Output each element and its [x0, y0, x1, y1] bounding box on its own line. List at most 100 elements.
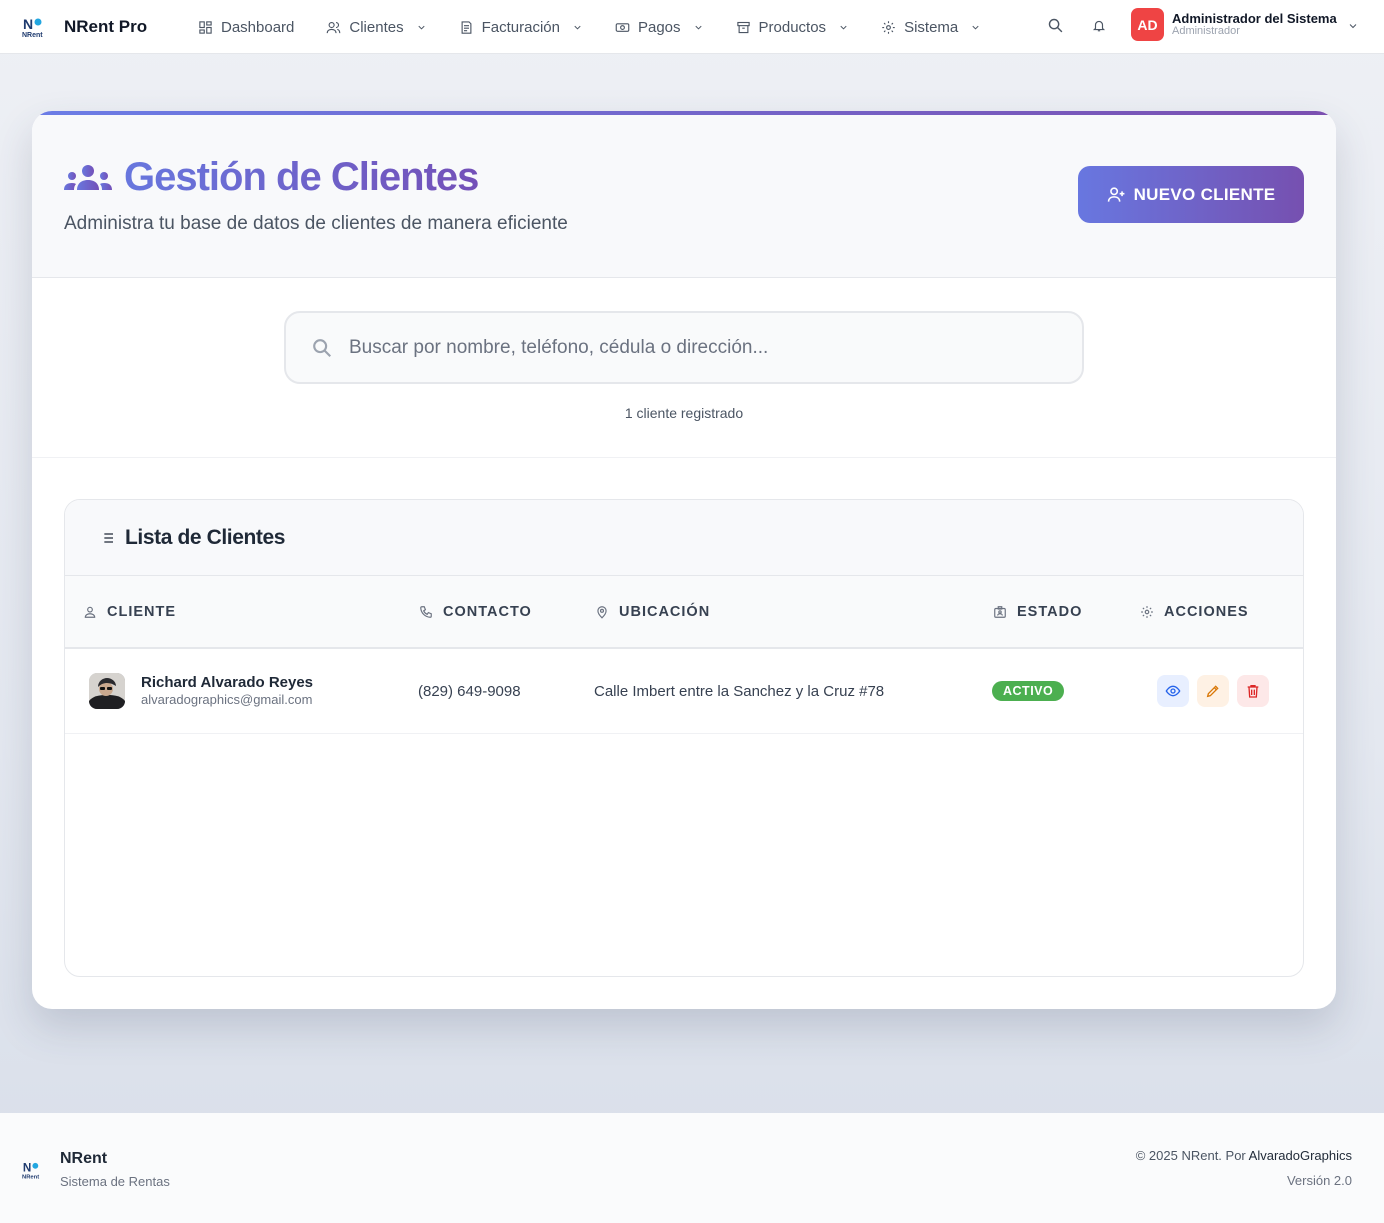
user-text: Administrador del Sistema Administrador — [1172, 12, 1337, 37]
add-user-icon — [1107, 187, 1125, 202]
users-icon — [327, 21, 341, 33]
gear-icon — [882, 20, 895, 34]
client-email: alvaradographics@gmail.com — [141, 692, 313, 708]
footer-version: Versión 2.0 — [1286, 1173, 1352, 1188]
footer-copyright: © 2025 NRent. Por AlvaradoGraphics — [1136, 1148, 1352, 1163]
users-group-icon — [64, 164, 112, 190]
nrent-logo-icon: N NRent — [22, 16, 43, 39]
column-header-status-label: ESTADO — [1017, 603, 1083, 620]
client-count: 1 cliente registrado — [624, 405, 744, 421]
chevron-down-icon — [574, 25, 581, 30]
column-header-status[interactable]: ESTADO — [993, 576, 1082, 647]
table-row[interactable]: Richard Alvarado Reyes alvaradographics@… — [65, 649, 1303, 734]
search-icon — [313, 338, 331, 357]
search-icon — [1048, 18, 1062, 32]
user-menu[interactable]: AD Administrador del Sistema Administrad… — [1131, 8, 1359, 41]
pencil-icon — [1206, 685, 1219, 698]
user-name: Administrador del Sistema — [1172, 11, 1337, 26]
money-icon — [615, 22, 630, 32]
client-avatar — [89, 673, 125, 709]
search-box[interactable] — [284, 311, 1084, 384]
page-subtitle: Administra tu base de datos de clientes … — [64, 213, 568, 234]
footer: N NRent NRent Sistema de Rentas © 2025 N… — [0, 1113, 1384, 1223]
nav-productos[interactable]: Productos — [736, 0, 850, 54]
clients-card: Gestión de Clientes Administra tu base d… — [32, 111, 1336, 1009]
footer-copyright-text: © 2025 NRent. Por — [1135, 1148, 1246, 1163]
svg-text:N: N — [23, 16, 33, 32]
svg-text:NRent: NRent — [22, 32, 43, 39]
page-title-row: Gestión de Clientes — [64, 155, 479, 200]
client-photo-image — [89, 673, 125, 709]
column-header-location-label: UBICACIÓN — [619, 603, 711, 620]
user-menu-chevron — [1347, 19, 1359, 37]
nav-sistema[interactable]: Sistema — [881, 0, 981, 54]
chevron-down-icon — [840, 25, 847, 30]
new-client-button-label: NUEVO CLIENTE — [1133, 184, 1276, 204]
nav-facturacion-label: Facturación — [481, 18, 560, 36]
user-role: Administrador — [1172, 25, 1240, 37]
actions-cell — [1157, 649, 1277, 733]
nav-pagos-label: Pagos — [637, 18, 681, 36]
client-phone: (829) 649-9098 — [418, 682, 521, 700]
nav-facturacion[interactable]: Facturación — [459, 0, 583, 54]
clients-list: Lista de Clientes CLIENTE CONTACTO UBICA… — [64, 499, 1304, 977]
nav-productos-label: Productos — [758, 18, 827, 36]
chevron-down-icon — [418, 25, 425, 30]
client-name: Richard Alvarado Reyes — [141, 674, 314, 692]
svg-text:N: N — [23, 1162, 31, 1175]
column-header-contact-label: CONTACTO — [443, 603, 532, 620]
nav-pagos[interactable]: Pagos — [615, 0, 704, 54]
eye-icon — [1165, 685, 1181, 697]
client-info: Richard Alvarado Reyes alvaradographics@… — [141, 674, 313, 708]
nav-sistema-label: Sistema — [904, 18, 959, 36]
avatar: AD — [1131, 8, 1164, 41]
notifications-button[interactable] — [1088, 14, 1110, 36]
gear-icon — [1141, 605, 1153, 618]
footer-brand-name: NRent — [60, 1150, 108, 1167]
view-client-button[interactable] — [1157, 675, 1189, 707]
status-cell: ACTIVO — [992, 649, 1065, 733]
id-badge-icon — [994, 605, 1006, 618]
column-header-client-label: CLIENTE — [107, 603, 177, 620]
footer-brand-subtitle: Sistema de Rentas — [60, 1174, 170, 1189]
global-search-button[interactable] — [1044, 14, 1066, 36]
chevron-down-icon — [972, 25, 979, 30]
column-header-client[interactable]: CLIENTE — [83, 576, 176, 647]
brand[interactable]: N NRent NRent Pro — [22, 14, 147, 40]
status-badge: ACTIVO — [992, 681, 1065, 701]
column-header-location[interactable]: UBICACIÓN — [595, 576, 710, 647]
page-header: Gestión de Clientes Administra tu base d… — [32, 115, 1336, 278]
main-nav: Dashboard Clientes Facturación Pagos Pro… — [198, 0, 1013, 54]
phone-icon — [420, 605, 432, 618]
nav-dashboard[interactable]: Dashboard — [198, 0, 294, 54]
search-input[interactable] — [349, 336, 1029, 359]
list-header: Lista de Clientes — [65, 500, 1303, 576]
invoice-icon — [461, 20, 472, 34]
trash-icon — [1247, 685, 1259, 698]
chevron-down-icon — [694, 25, 702, 30]
column-header-actions-label: ACCIONES — [1164, 603, 1249, 620]
nav-clientes[interactable]: Clientes — [326, 0, 426, 54]
table-header: CLIENTE CONTACTO UBICACIÓN ESTADO ACCION… — [65, 576, 1303, 649]
nav-clientes-label: Clientes — [349, 18, 404, 36]
delete-client-button[interactable] — [1237, 675, 1269, 707]
brand-name: NRent Pro — [64, 16, 148, 36]
new-client-button[interactable]: NUEVO CLIENTE — [1078, 166, 1304, 223]
edit-client-button[interactable] — [1197, 675, 1229, 707]
column-header-actions: ACCIONES — [1140, 576, 1249, 647]
footer-author-link[interactable]: AlvaradoGraphics — [1249, 1148, 1352, 1163]
list-icon — [101, 532, 113, 543]
bell-icon — [1092, 20, 1106, 31]
svg-text:NRent: NRent — [22, 1174, 39, 1180]
top-navbar: N NRent NRent Pro Dashboard Clientes Fac… — [0, 0, 1384, 54]
client-address: Calle Imbert entre la Sanchez y la Cruz … — [594, 682, 885, 700]
page-title: Gestión de Clientes — [124, 155, 479, 199]
location-pin-icon — [597, 605, 607, 619]
column-header-contact[interactable]: CONTACTO — [419, 576, 532, 647]
nrent-logo-icon: N NRent — [22, 1162, 39, 1181]
client-cell: Richard Alvarado Reyes alvaradographics@… — [89, 649, 313, 733]
search-section: 1 cliente registrado — [32, 278, 1336, 458]
nav-dashboard-label: Dashboard — [221, 18, 295, 36]
user-icon — [84, 606, 96, 618]
dashboard-icon — [199, 20, 212, 34]
